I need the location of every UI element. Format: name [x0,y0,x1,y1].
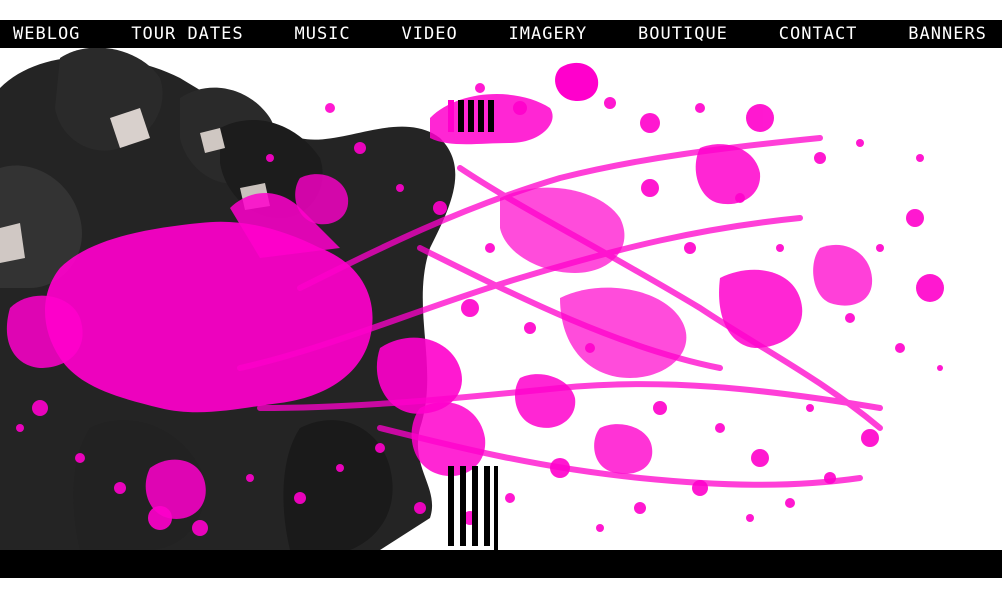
nav-video[interactable]: VIDEO [402,24,458,44]
main-nav: WEBLOG TOUR DATES MUSIC VIDEO IMAGERY BO… [0,20,1002,48]
bottom-bar [0,550,1002,578]
nav-banners[interactable]: BANNERS [908,24,987,44]
top-nav-bar: WEBLOG TOUR DATES MUSIC VIDEO IMAGERY BO… [0,20,1002,48]
nav-imagery[interactable]: IMAGERY [509,24,588,44]
nav-boutique[interactable]: BOUTIQUE [638,24,728,44]
striped-bars-bottom [448,466,498,550]
nav-contact[interactable]: CONTACT [779,24,858,44]
nav-tour-dates[interactable]: TOUR DATES [131,24,243,44]
nav-weblog[interactable]: WEBLOG [13,24,80,44]
hero-artwork [0,48,1002,550]
splatter-artwork [0,48,944,550]
nav-music[interactable]: MUSIC [294,24,350,44]
